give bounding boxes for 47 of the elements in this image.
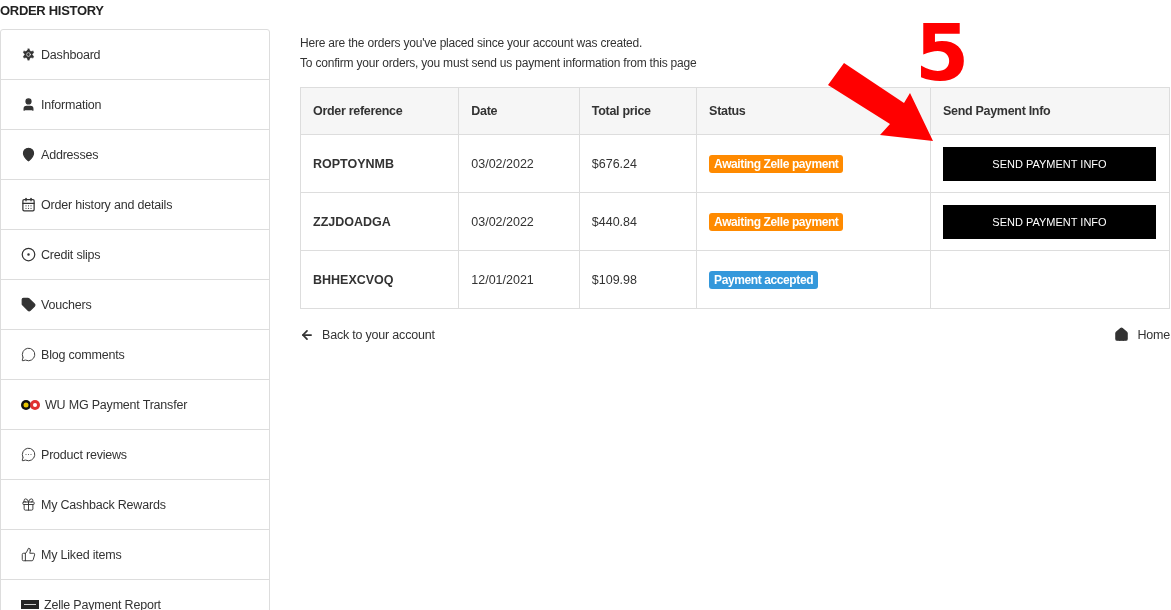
map-pin-icon xyxy=(21,147,36,162)
sidebar-item[interactable]: Product reviews xyxy=(1,430,269,480)
sidebar-item[interactable]: Dashboard xyxy=(1,30,269,80)
home-icon xyxy=(1114,327,1130,342)
thumbs-up-icon xyxy=(21,547,36,562)
sidebar-item[interactable]: Vouchers xyxy=(1,280,269,330)
speech-bubble-icon xyxy=(21,347,36,362)
order-date: 12/01/2021 xyxy=(471,272,534,287)
home-link[interactable]: Home xyxy=(1114,327,1170,342)
target-circle-icon xyxy=(21,247,36,262)
column-header: Date xyxy=(458,87,580,135)
order-date: 03/02/2022 xyxy=(471,214,534,229)
sidebar-item[interactable]: Order history and details xyxy=(1,180,269,230)
status-badge: Awaiting Zelle payment xyxy=(709,212,844,231)
two-coin-logo-icon xyxy=(21,398,40,411)
order-reference: ROPTOYNMB xyxy=(313,156,395,171)
sidebar-item[interactable]: My Cashback Rewards xyxy=(1,480,269,530)
calendar-icon xyxy=(21,197,36,212)
column-header: Order reference xyxy=(300,87,459,135)
send-payment-info-button[interactable]: SEND PAYMENT INFO xyxy=(943,146,1156,181)
intro-text: To confirm your orders, you must send us payment information from this page xyxy=(300,55,698,72)
order-reference: ZZJDOADGA xyxy=(313,214,391,229)
gift-icon xyxy=(21,497,36,512)
status-badge: Awaiting Zelle payment xyxy=(709,154,844,173)
back-link[interactable]: Back to your account xyxy=(300,327,435,342)
user-icon xyxy=(21,97,36,112)
tag-icon xyxy=(21,297,36,312)
settings-icon xyxy=(21,47,36,62)
sidebar-item[interactable]: WU MG Payment Transfer xyxy=(1,380,269,430)
sidebar-item[interactable]: Information xyxy=(1,80,269,130)
order-date: 03/02/2022 xyxy=(471,156,534,171)
sidebar-item[interactable]: Addresses xyxy=(1,130,269,180)
sidebar-item[interactable]: My Liked items xyxy=(1,530,269,580)
page-title: ORDER HISTORY xyxy=(0,2,105,20)
order-total: $109.98 xyxy=(591,272,637,287)
status-badge: Payment accepted xyxy=(709,270,819,289)
order-reference: BHHEXCVOQ xyxy=(313,272,394,287)
column-header: Send Payment Info xyxy=(930,87,1170,135)
column-header: Total price xyxy=(579,87,697,135)
chat-dots-icon xyxy=(21,447,36,462)
order-total: $676.24 xyxy=(591,156,637,171)
send-payment-info-button[interactable]: SEND PAYMENT INFO xyxy=(943,204,1156,239)
intro-text: Here are the orders you've placed since your account was created. xyxy=(300,35,644,52)
order-total: $440.84 xyxy=(591,214,637,229)
logo-icon xyxy=(21,600,39,609)
sidebar-item[interactable]: Blog comments xyxy=(1,330,269,380)
sidebar-item[interactable]: Credit slips xyxy=(1,230,269,280)
